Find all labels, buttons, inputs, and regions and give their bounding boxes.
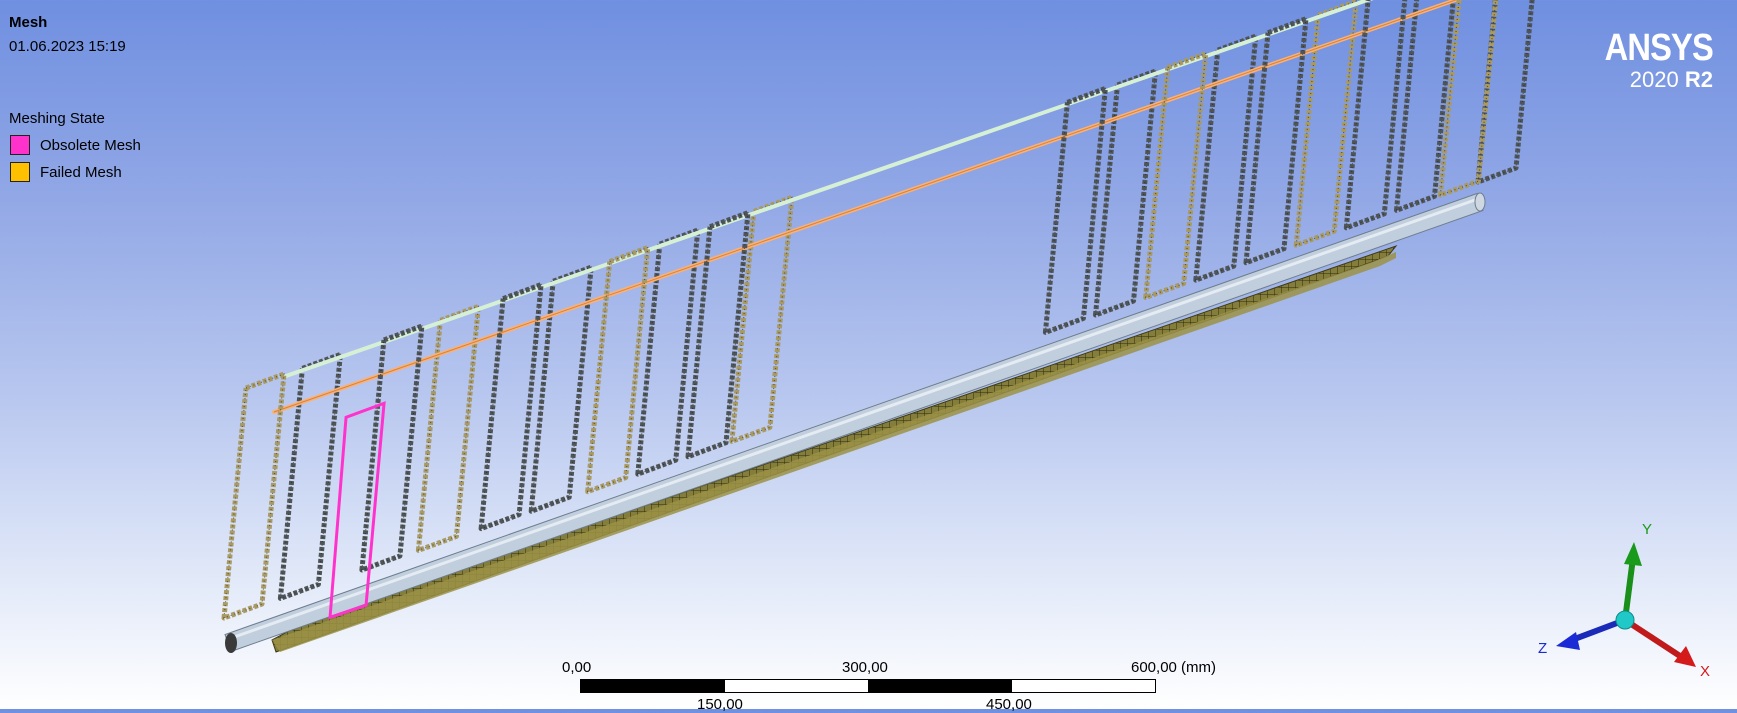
x-axis-arrow <box>1623 617 1682 659</box>
failed-mesh-swatch <box>10 162 30 182</box>
axis-triad[interactable]: Y Z X <box>1530 510 1730 685</box>
legend-item-obsolete-mesh: Obsolete Mesh <box>10 134 141 156</box>
x-axis-label: X <box>1700 663 1710 680</box>
mesh-plate <box>271 244 1398 653</box>
z-arrowhead <box>1556 632 1580 650</box>
logo-brand: ANSYS <box>1604 27 1714 69</box>
legend-label: Failed Mesh <box>40 163 122 181</box>
viewport-timestamp: 01.06.2023 15:19 <box>9 38 126 55</box>
longitudinal-bars <box>272 0 1462 414</box>
legend-item-failed-mesh: Failed Mesh <box>10 161 122 183</box>
top-bar-front <box>272 0 1462 414</box>
scale-label-300: 300,00 <box>842 659 888 676</box>
triad-origin <box>1615 610 1635 630</box>
legend-label: Obsolete Mesh <box>40 136 141 154</box>
rebar-cage-model[interactable] <box>0 0 1737 709</box>
pipe-end-far <box>1474 192 1486 212</box>
scale-label-150: 150,00 <box>697 696 743 713</box>
y-axis-label: Y <box>1642 521 1652 538</box>
top-bar-front-shade <box>273 0 1458 413</box>
mesh-plate-edge <box>272 252 1396 652</box>
y-arrowhead <box>1624 542 1642 566</box>
scale-label-600: 600,00 (mm) <box>1131 659 1217 676</box>
stirrups-back <box>277 0 1535 601</box>
viewport-title: Mesh <box>9 14 48 31</box>
scale-bar <box>580 679 1156 693</box>
ansys-logo: ANSYS 2020 R2 <box>1587 27 1714 92</box>
scale-label-0: 0,00 <box>562 659 592 676</box>
graphics-viewport[interactable]: Mesh 01.06.2023 15:19 Meshing State Obso… <box>0 0 1737 713</box>
scale-label-450: 450,00 <box>986 696 1032 713</box>
logo-version: 2020 R2 <box>1629 67 1713 92</box>
pipe-end-near <box>225 633 237 653</box>
z-axis-label: Z <box>1538 640 1547 657</box>
pipe <box>224 192 1486 653</box>
obsolete-mesh-swatch <box>10 135 30 155</box>
legend-heading: Meshing State <box>9 110 105 127</box>
